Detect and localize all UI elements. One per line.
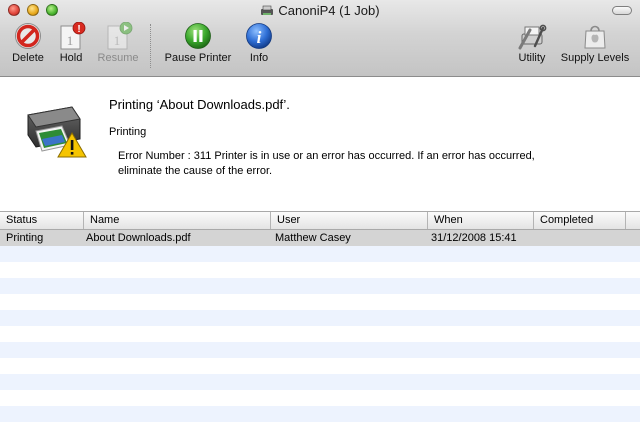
- svg-text:!: !: [77, 24, 80, 35]
- resume-label: Resume: [97, 52, 139, 64]
- window-title-bar: CanoniP4 (1 Job): [0, 3, 640, 18]
- svg-text:1: 1: [67, 33, 74, 48]
- toolbar-toggle-button[interactable]: [612, 6, 632, 15]
- empty-row: [0, 310, 640, 326]
- empty-row: [0, 294, 640, 310]
- info-button[interactable]: i Info: [244, 22, 274, 64]
- job-state: Printing: [109, 126, 147, 138]
- delete-icon: [15, 23, 41, 49]
- hold-label: Hold: [59, 52, 83, 64]
- empty-row: [0, 342, 640, 358]
- info-icon: i: [246, 23, 272, 49]
- pause-printer-button[interactable]: Pause Printer: [162, 22, 234, 64]
- table-row[interactable]: Printing About Downloads.pdf Matthew Cas…: [0, 230, 640, 246]
- error-message: Error Number : 311 Printer is in use or …: [118, 150, 535, 177]
- empty-row: [0, 246, 640, 262]
- shopping-bag-icon: [584, 25, 606, 49]
- delete-label: Delete: [12, 52, 44, 64]
- column-header-user[interactable]: User: [271, 212, 428, 229]
- window-toolbar: CanoniP4 (1 Job) Delete 1 ! Hold 1 Resum…: [0, 0, 640, 77]
- empty-row: [0, 278, 640, 294]
- utility-button[interactable]: Utility: [514, 22, 550, 64]
- printer-warning-icon: [27, 106, 87, 158]
- empty-row: [0, 326, 640, 342]
- supply-levels-label: Supply Levels: [560, 52, 630, 64]
- empty-row: [0, 390, 640, 406]
- job-status-panel: Printing ‘About Downloads.pdf’. Printing…: [0, 77, 640, 211]
- column-header-status[interactable]: Status: [0, 212, 84, 229]
- resume-button[interactable]: 1 Resume: [95, 22, 141, 64]
- job-title: Printing ‘About Downloads.pdf’.: [109, 97, 290, 112]
- utility-icon: [518, 24, 547, 50]
- utility-label: Utility: [518, 52, 546, 64]
- empty-row: [0, 406, 640, 422]
- column-header-when[interactable]: When: [428, 212, 534, 229]
- printer-icon: [261, 5, 274, 15]
- svg-text:1: 1: [114, 33, 121, 48]
- hold-button[interactable]: 1 ! Hold: [54, 22, 88, 64]
- svg-text:i: i: [257, 28, 262, 47]
- info-label: Info: [249, 52, 269, 64]
- resume-icon: 1: [107, 22, 133, 50]
- empty-row: [0, 262, 640, 278]
- cell-user: Matthew Casey: [275, 232, 351, 244]
- toolbar-separator: [150, 24, 151, 68]
- column-header-name[interactable]: Name: [84, 212, 271, 229]
- table-header: Status Name User When Completed: [0, 212, 640, 230]
- job-table: Status Name User When Completed Printing…: [0, 211, 640, 439]
- empty-row: [0, 374, 640, 390]
- hold-icon: 1 !: [60, 22, 86, 50]
- cell-status: Printing: [6, 232, 44, 244]
- cell-name: About Downloads.pdf: [86, 232, 191, 244]
- window-title: CanoniP4 (1 Job): [278, 3, 380, 18]
- column-header-completed[interactable]: Completed: [534, 212, 626, 229]
- cell-when: 31/12/2008 15:41: [431, 232, 517, 244]
- pause-printer-label: Pause Printer: [164, 52, 232, 64]
- delete-button[interactable]: Delete: [8, 22, 48, 64]
- empty-row: [0, 422, 640, 438]
- supply-levels-button[interactable]: Supply Levels: [558, 22, 632, 64]
- pause-icon: [185, 23, 211, 49]
- empty-row: [0, 358, 640, 374]
- cell-completed: [534, 230, 540, 246]
